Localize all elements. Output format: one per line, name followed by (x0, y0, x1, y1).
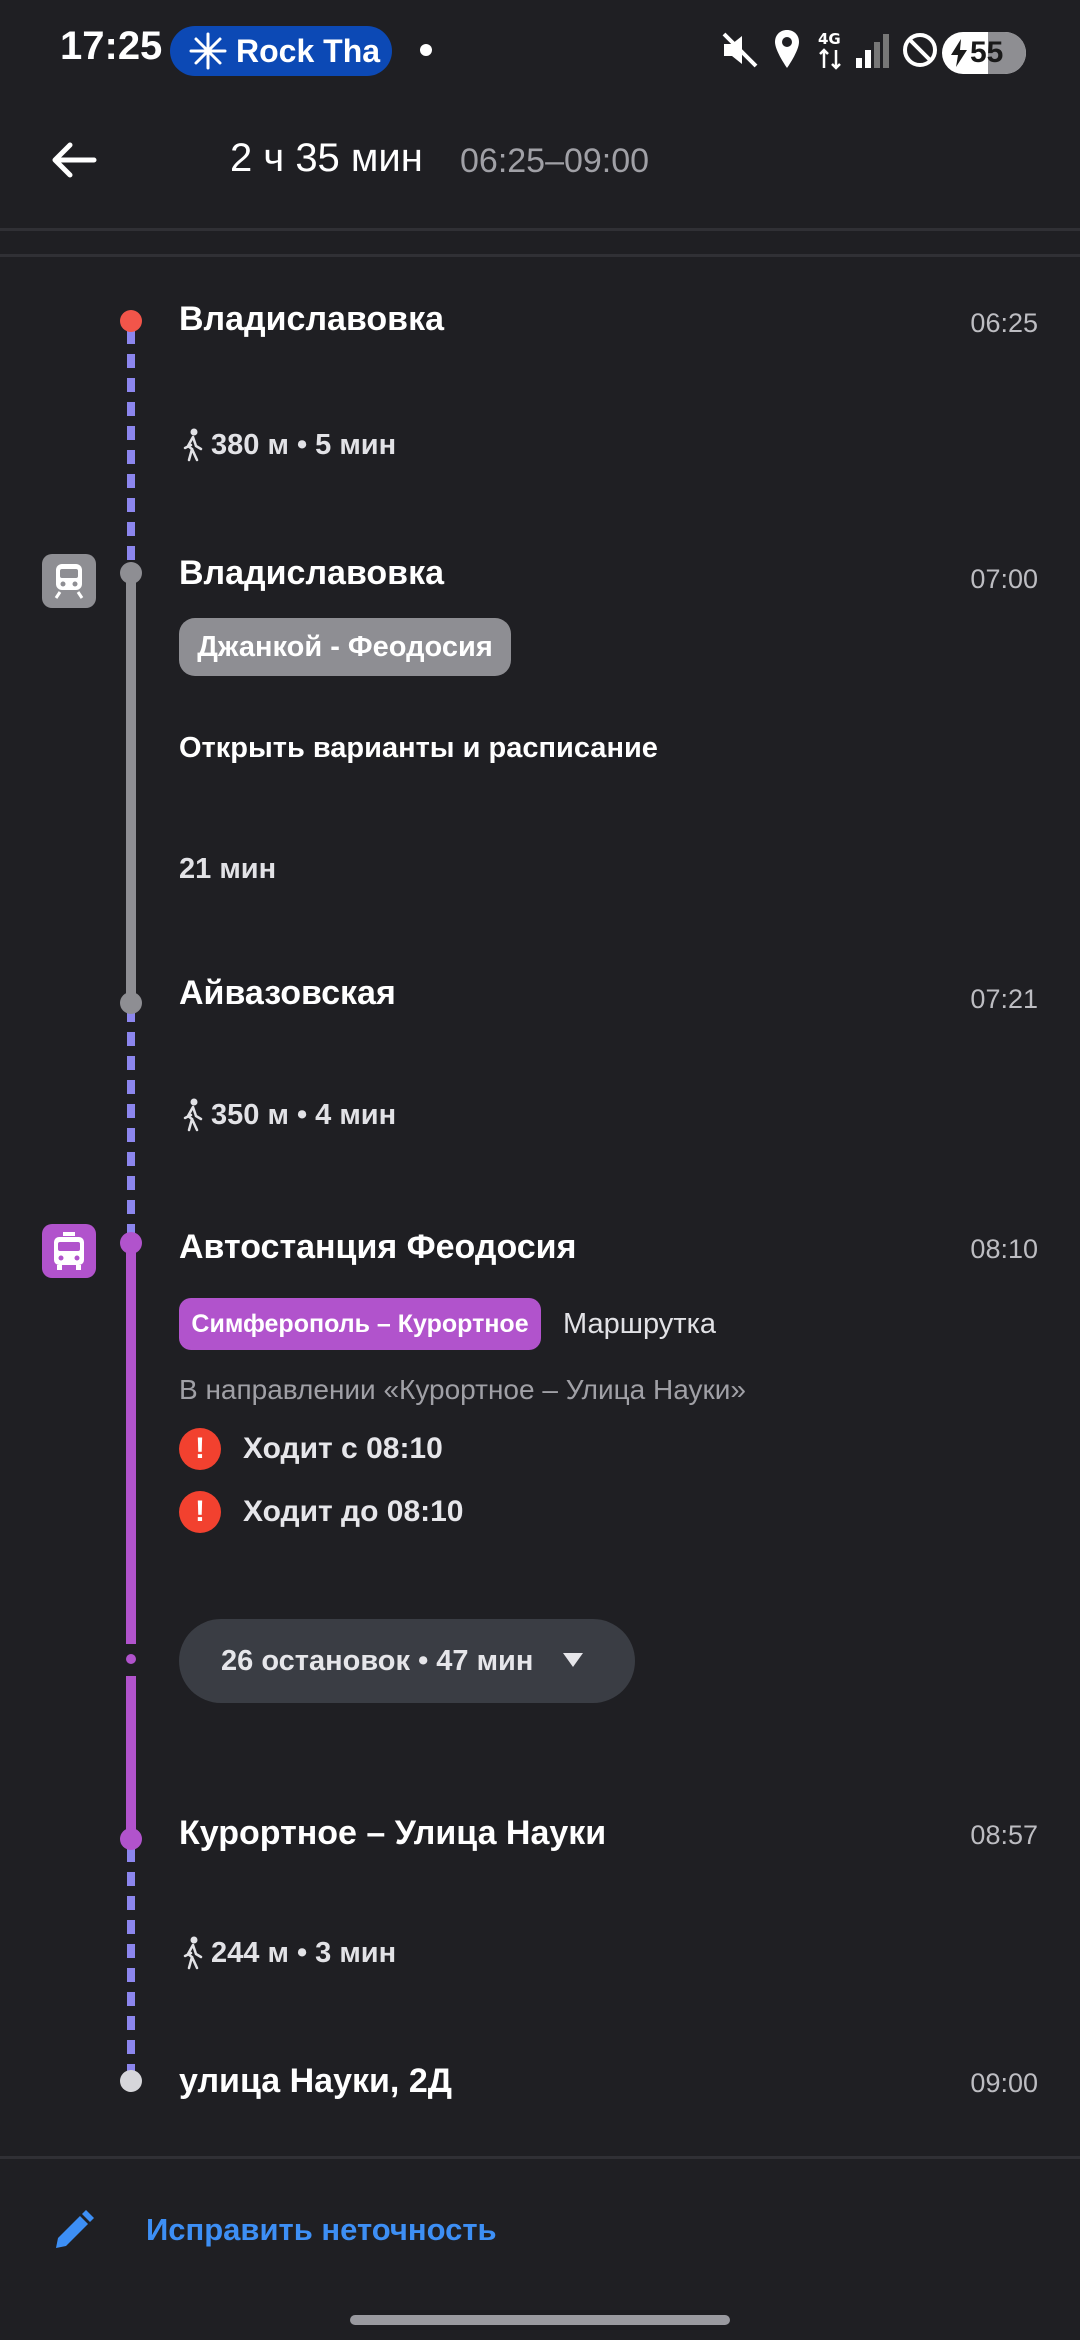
footer-divider (0, 2156, 1080, 2159)
data-arrows-icon: 4G (818, 30, 841, 70)
stops-expand-button[interactable]: 26 остановок • 47 мин (179, 1619, 635, 1703)
walk-distance: 380 м • 5 мин (211, 428, 397, 461)
bus-stop-name: Автостанция Феодосия (179, 1228, 577, 1266)
train-badge (42, 554, 96, 608)
train-departure-time: 07:00 (970, 564, 1038, 594)
back-button[interactable] (44, 130, 104, 190)
pencil-icon (56, 2210, 94, 2248)
walk-distance: 244 м • 3 мин (211, 1936, 397, 1969)
status-bar: 17:25 Rock Tha 4G 55 (0, 0, 1080, 100)
train-arrival-time: 07:21 (970, 984, 1038, 1014)
route-header: 2 ч 35 мин 06:25–09:00 (0, 100, 1080, 230)
walk-line (127, 1848, 135, 2074)
train-duration: 21 мин (179, 853, 277, 885)
exclamation-icon: ! (179, 1428, 221, 1470)
walking-icon (183, 1098, 203, 1132)
media-pill-text: Rock Tha (236, 32, 381, 69)
finish-node (120, 2070, 142, 2092)
home-indicator[interactable] (350, 2315, 730, 2325)
trip-duration: 2 ч 35 мин (230, 136, 423, 180)
minibus-badge (42, 1224, 96, 1278)
charging-icon (951, 39, 967, 67)
warning-start: ! Ходит с 08:10 (179, 1428, 443, 1470)
trip-time-range: 06:25–09:00 (460, 142, 650, 180)
finish-stop-name: улица Науки, 2Д (179, 2062, 452, 2100)
bus-route-chip[interactable]: Симферополь – Курортное (179, 1298, 541, 1350)
mute-icon (722, 32, 758, 68)
finish-time: 09:00 (970, 2068, 1038, 2098)
train-route-chip[interactable]: Джанкой - Феодосия (179, 618, 511, 676)
walk-segment: 380 м • 5 мин (179, 428, 396, 462)
status-time: 17:25 (60, 24, 163, 68)
walking-icon (183, 1936, 203, 1970)
status-icons: 4G 55 (720, 28, 1080, 76)
spark-icon (189, 32, 227, 70)
bus-line (126, 1676, 136, 1838)
bus-line-gap-dot (126, 1654, 136, 1664)
network-label: 4G (818, 30, 841, 48)
bus-end-node (120, 1828, 142, 1850)
start-stop-name: Владиславовка (179, 300, 445, 338)
walk-distance: 350 м • 4 мин (211, 1098, 397, 1131)
signal-icon (856, 34, 889, 68)
media-pill[interactable]: Rock Tha (170, 26, 392, 76)
start-time: 06:25 (970, 308, 1038, 338)
train-line (126, 572, 136, 1002)
header-divider (0, 228, 1080, 231)
walk-segment: 350 м • 4 мин (179, 1098, 396, 1132)
walking-icon (183, 428, 203, 462)
schedule-link[interactable]: Открыть варианты и расписание (179, 732, 658, 765)
train-end-node (120, 992, 142, 1014)
walk-line (127, 330, 135, 566)
train-icon (54, 564, 84, 599)
footer: Исправить неточность (0, 2160, 1080, 2300)
arrow-left-icon (52, 142, 97, 178)
walk-line (127, 1008, 135, 1240)
chevron-down-icon (563, 1653, 583, 1667)
train-stop-name: Владиславовка (179, 554, 445, 592)
bus-line (126, 1244, 136, 1644)
dnd-icon (903, 33, 937, 67)
exclamation-icon: ! (179, 1491, 221, 1533)
bus-departure-time: 08:10 (970, 1234, 1038, 1264)
train-start-node (120, 562, 142, 584)
bus-arrival-time: 08:57 (970, 1820, 1038, 1850)
warning-end: ! Ходит до 08:10 (179, 1491, 464, 1533)
content-divider (0, 254, 1080, 257)
train-end-stop: Айвазовская (179, 974, 396, 1012)
battery-icon: 55 (942, 32, 1026, 74)
vehicle-type: Маршрутка (563, 1308, 717, 1340)
location-icon (775, 30, 799, 68)
bus-start-node (120, 1232, 142, 1254)
minibus-icon (54, 1232, 84, 1270)
warning-text: Ходит до 08:10 (243, 1495, 464, 1528)
warning-text: Ходит с 08:10 (243, 1432, 443, 1465)
bus-direction: В направлении «Курортное – Улица Науки» (179, 1374, 746, 1405)
walk-segment: 244 м • 3 мин (179, 1936, 396, 1970)
start-node (120, 310, 142, 332)
report-inaccuracy-link[interactable]: Исправить неточность (146, 2212, 497, 2248)
stops-summary: 26 остановок • 47 мин (221, 1644, 534, 1677)
battery-level: 55 (970, 36, 1004, 69)
bus-end-stop: Курортное – Улица Науки (179, 1814, 607, 1852)
notification-dot (420, 44, 432, 56)
